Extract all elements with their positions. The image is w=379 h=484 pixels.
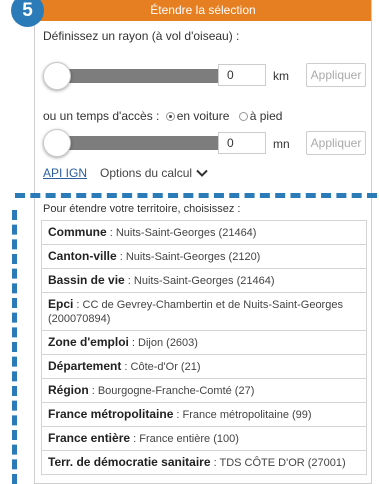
territory-value: France métropolitaine (99) — [182, 409, 312, 421]
territory-item-zone-emploi[interactable]: Zone d'emploi : Dijon (2603) — [42, 331, 366, 355]
car-option-label[interactable]: en voiture — [177, 109, 230, 123]
territory-item-bassin-de-vie[interactable]: Bassin de vie : Nuits-Saint-Georges (214… — [42, 269, 366, 293]
time-input[interactable] — [218, 132, 266, 154]
territory-item-france-metropolitaine[interactable]: France métropolitaine : France métropoli… — [42, 403, 366, 427]
territory-value: Bourgogne-Franche-Comté (27) — [97, 385, 255, 397]
car-radio[interactable] — [165, 112, 175, 121]
options-calcul-label[interactable]: Options du calcul — [100, 166, 192, 180]
time-slider-track[interactable] — [53, 136, 231, 150]
territory-intro: Pour étendre votre territoire, choisisse… — [43, 203, 241, 215]
territory-list: Commune : Nuits-Saint-Georges (21464) Ca… — [41, 220, 367, 475]
territory-item-epci[interactable]: Epci : CC de Gevrey-Chambertin et de Nui… — [42, 293, 366, 331]
territory-value: Nuits-Saint-Georges (21464) — [133, 275, 275, 287]
panel-title: Étendre la sélection — [35, 0, 371, 21]
chevron-down-icon — [196, 169, 208, 177]
territory-type: Terr. de démocratie sanitaire — [48, 455, 211, 469]
territory-item-tds[interactable]: Terr. de démocratie sanitaire : TDS CÔTE… — [42, 451, 366, 474]
territory-type: Epci — [48, 297, 74, 311]
radius-label: Définissez un rayon (à vol d'oiseau) : — [43, 29, 240, 43]
highlight-dashed-border-vertical — [12, 210, 17, 484]
time-apply-button[interactable]: Appliquer — [306, 131, 366, 155]
territory-value: Nuits-Saint-Georges (21464) — [115, 227, 257, 239]
options-calcul-toggle[interactable]: Options du calcul — [100, 166, 208, 180]
territory-value: Côte-d'Or (21) — [130, 361, 201, 373]
access-time-row: ou un temps d'accès : en voiture à pied — [43, 109, 282, 123]
territory-type: Commune — [48, 225, 107, 239]
highlight-dashed-border-horizontal — [15, 193, 377, 198]
extend-selection-panel: Étendre la sélection Définissez un rayon… — [34, 0, 372, 484]
time-slider-handle[interactable] — [43, 129, 71, 157]
walk-radio[interactable] — [238, 112, 248, 121]
radius-input[interactable] — [218, 64, 266, 86]
territory-type: Canton-ville — [48, 249, 117, 263]
territory-value: TDS CÔTE D'OR (27001) — [219, 457, 346, 469]
territory-type: France entière — [48, 431, 131, 445]
walk-option-label[interactable]: à pied — [250, 109, 283, 123]
radius-slider-handle[interactable] — [43, 62, 71, 90]
territory-item-france-entiere[interactable]: France entière : France entière (100) — [42, 427, 366, 451]
territory-type: Département — [48, 359, 122, 373]
territory-type: France métropolitaine — [48, 407, 174, 421]
api-ign-link[interactable]: API IGN — [43, 166, 87, 180]
radius-apply-button[interactable]: Appliquer — [306, 63, 366, 87]
territory-item-commune[interactable]: Commune : Nuits-Saint-Georges (21464) — [42, 221, 366, 245]
territory-value: CC de Gevrey-Chambertin et de Nuits-Sain… — [48, 299, 343, 325]
territory-item-canton-ville[interactable]: Canton-ville : Nuits-Saint-Georges (2120… — [42, 245, 366, 269]
territory-value: France entière (100) — [139, 433, 239, 445]
time-unit: mn — [273, 137, 290, 151]
radius-slider-track[interactable] — [53, 69, 231, 83]
territory-item-region[interactable]: Région : Bourgogne-Franche-Comté (27) — [42, 379, 366, 403]
territory-type: Région — [48, 383, 89, 397]
territory-type: Zone d'emploi — [48, 335, 129, 349]
territory-type: Bassin de vie — [48, 273, 125, 287]
radius-unit: km — [273, 69, 289, 83]
territory-value: Dijon (2603) — [138, 337, 198, 349]
access-time-label: ou un temps d'accès : — [43, 109, 160, 123]
territory-value: Nuits-Saint-Georges (2120) — [125, 251, 261, 263]
territory-item-departement[interactable]: Département : Côte-d'Or (21) — [42, 355, 366, 379]
